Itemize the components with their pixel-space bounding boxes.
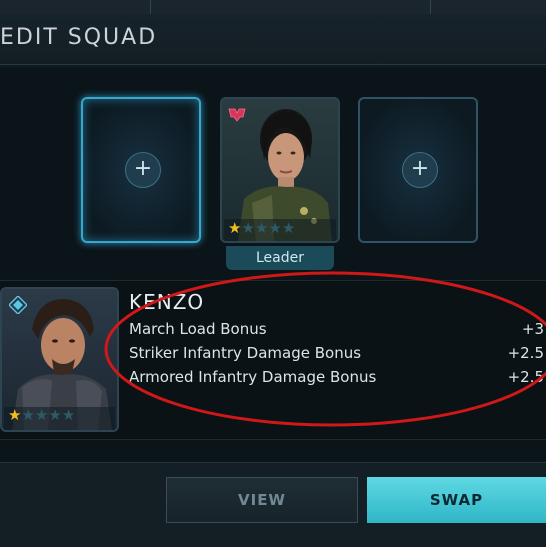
stat-label: Striker Infantry Damage Bonus	[129, 344, 362, 362]
star-icon: ★	[34, 406, 49, 424]
squad-slot-3[interactable]: +	[358, 97, 478, 243]
view-button[interactable]: VIEW	[166, 477, 358, 523]
star-icon: ★	[21, 406, 35, 424]
stat-value: +2.5	[507, 344, 544, 362]
star-icon: ★	[254, 219, 269, 237]
stat-value: +2.5	[507, 368, 544, 386]
star-icon: ★	[48, 406, 62, 424]
stat-value: +3	[521, 320, 544, 338]
top-divider	[150, 0, 151, 14]
leader-label: Leader	[226, 246, 334, 270]
hero-name: KENZO	[129, 290, 205, 314]
selected-hero-portrait[interactable]: ★★★★★	[0, 287, 119, 432]
add-hero-button[interactable]: +	[125, 152, 161, 188]
star-icon: ★	[228, 219, 242, 237]
swap-button[interactable]: SWAP	[367, 477, 546, 523]
page-header: EDIT SQUAD	[0, 14, 546, 65]
star-icon: ★	[281, 219, 296, 237]
star-icon: ★	[241, 219, 255, 237]
top-divider	[430, 0, 431, 14]
stat-label: March Load Bonus	[129, 320, 267, 338]
plus-icon: +	[133, 156, 153, 181]
page-title: EDIT SQUAD	[0, 25, 158, 50]
plus-icon: +	[410, 156, 430, 181]
hero-stars: ★★★★★	[8, 406, 75, 424]
diamond-emblem-icon	[8, 295, 28, 315]
commander-badge-icon	[228, 107, 246, 123]
squad-slot-2[interactable]: ★★★★★	[220, 97, 340, 243]
star-icon: ★	[8, 406, 22, 424]
star-icon: ★	[61, 406, 76, 424]
add-hero-button[interactable]: +	[402, 152, 438, 188]
hero-stars: ★★★★★	[228, 219, 295, 237]
star-icon: ★	[268, 219, 282, 237]
stat-label: Armored Infantry Damage Bonus	[129, 368, 377, 386]
squad-slot-1[interactable]: +	[81, 97, 201, 243]
top-strip	[0, 0, 546, 15]
